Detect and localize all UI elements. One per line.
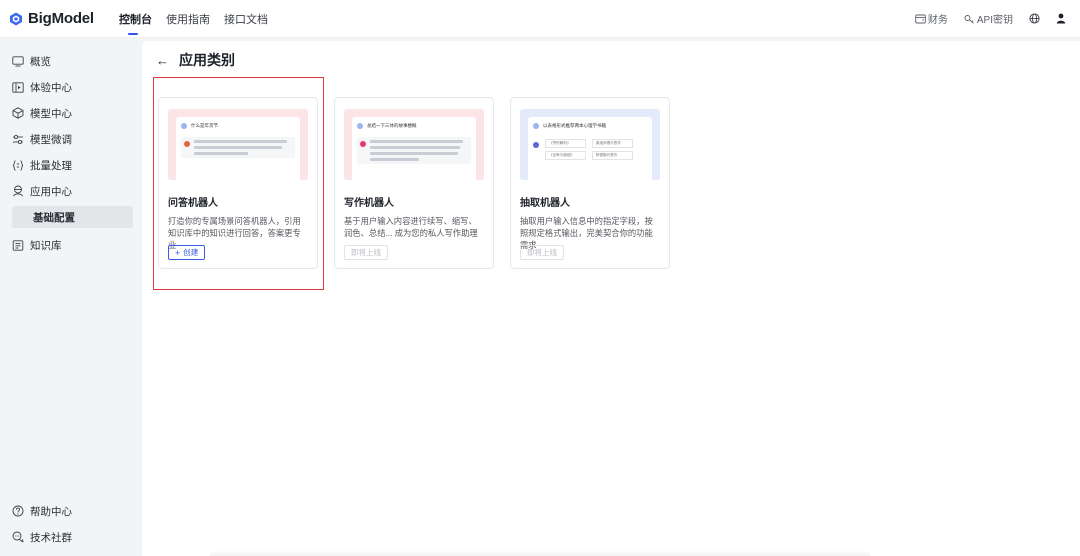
coming-soon-button: 即将上线 [520,245,564,260]
table-cell: 弗洛伊德代表作 [591,139,633,148]
app-category-cards: 什么是年货节 问答机器人 打造你的专属场景问答机器人，引用知识库中的知识进行回答… [158,97,686,269]
card-description: 抽取用户输入信息中的指定字段，按照规定格式输出，完美契合你的功能需求 [520,216,653,250]
sidebar-item-models[interactable]: 模型中心 [8,102,133,124]
top-nav: 控制台 使用指南 接口文档 [119,0,282,38]
help-icon [12,505,24,517]
nav-guide[interactable]: 使用指南 [166,0,210,38]
app-name: BigModel [28,10,94,27]
sidebar-item-label: 体验中心 [30,81,72,94]
language-icon[interactable] [1029,13,1040,24]
table-cell: 《梦的解析》 [545,139,586,148]
sliders-icon [13,134,23,144]
sidebar-item-experience[interactable]: 体验中心 [8,76,133,98]
sidebar-item-label: 技术社群 [30,531,72,544]
sidebar-item-finetune[interactable]: 模型微调 [8,128,133,150]
bot-avatar-icon [533,142,539,148]
back-arrow-icon[interactable]: ← [156,53,169,68]
top-bar: BigModel 控制台 使用指南 接口文档 财务 API密钥 [0,0,1080,38]
sidebar-item-help[interactable]: 帮助中心 [8,500,133,522]
api-key-link[interactable]: API密钥 [964,11,1013,26]
sidebar-item-label: 帮助中心 [30,505,72,518]
card-description: 打造你的专属场景问答机器人，引用知识库中的知识进行回答，答案更专业 [168,216,301,250]
card-extraction-robot[interactable]: 以表格形式推荐两本心理学书籍 《梦的解析》 弗洛伊德代表作 《自卑与超越》 阿德… [510,97,670,269]
card-qa-robot[interactable]: 什么是年货节 问答机器人 打造你的专属场景问答机器人，引用知识库中的知识进行回答… [158,97,318,269]
nav-api-docs[interactable]: 接口文档 [224,0,268,38]
card-title: 抽取机器人 [520,198,570,209]
sidebar-item-batch[interactable]: 批量处理 [8,154,133,176]
card-writing-robot[interactable]: 总结一下三体的故事梗概 写作机器人 基于用户输入内容进行续写、缩写、润色、总结.… [334,97,494,269]
finance-label: 财务 [927,15,948,26]
user-avatar-icon [181,123,187,129]
thumb-question: 以表格形式推荐两本心理学书籍 [543,123,606,128]
main-panel: ← 应用类别 什么是年货节 问答机器人 打造你的专属场景问答机器人，引用知识库中… [142,41,1080,556]
page-header: ← 应用类别 [142,41,1080,79]
sidebar-item-label: 模型微调 [30,133,72,146]
sidebar-item-overview[interactable]: 概览 [8,50,133,72]
create-button-label: 创建 [183,248,199,257]
create-button[interactable]: + 创建 [168,245,206,260]
logo[interactable]: BigModel [9,10,119,27]
play-icon [12,81,24,93]
bot-avatar-icon [360,141,366,147]
card-title: 问答机器人 [168,198,218,209]
sidebar-item-apps[interactable]: 应用中心 [8,180,133,202]
sidebar-item-knowledge[interactable]: 知识库 [8,234,133,256]
table-cell: 《自卑与超越》 [545,151,586,160]
top-right-actions: 财务 API密钥 [899,11,1066,26]
nav-console[interactable]: 控制台 [119,0,152,38]
table-cell: 阿德勒代表作 [591,151,633,160]
monitor-icon [12,55,24,66]
sidebar-item-label: 模型中心 [30,107,72,120]
page-title: 应用类别 [179,52,235,68]
thumb-question: 什么是年货节 [191,123,218,128]
coming-soon-button: 即将上线 [344,245,388,260]
thumb-question: 总结一下三体的故事梗概 [367,123,417,128]
bot-avatar-icon [184,141,190,147]
sidebar-item-label: 知识库 [30,239,62,252]
thumb-table: 《梦的解析》 弗洛伊德代表作 《自卑与超越》 阿德勒代表作 [543,139,647,160]
api-key-label: API密钥 [976,15,1013,26]
robot-icon [13,185,23,197]
sidebar-item-basic-config[interactable]: 基础配置 [12,206,133,228]
sidebar-bottom: 帮助中心 技术社群 [0,500,141,552]
chat-icon [12,531,24,543]
finance-link[interactable]: 财务 [915,11,948,26]
card-thumbnail: 以表格形式推荐两本心理学书籍 《梦的解析》 弗洛伊德代表作 《自卑与超越》 阿德… [520,109,660,180]
sidebar: 概览 体验中心 模型中心 模型微调 批量处理 应用中心 基础配置 知识库 帮助中… [0,38,141,556]
user-icon[interactable] [1056,13,1066,24]
sidebar-item-label: 应用中心 [30,185,72,198]
user-avatar-icon [533,123,539,129]
sidebar-item-community[interactable]: 技术社群 [8,526,133,548]
card-thumbnail: 总结一下三体的故事梗概 [344,109,484,180]
card-thumbnail: 什么是年货节 [168,109,308,180]
bottom-shadow [210,550,870,556]
plus-icon: + [175,247,181,258]
key-icon [964,14,974,24]
sidebar-item-label: 概览 [30,55,51,68]
wallet-icon [915,14,926,23]
user-avatar-icon [357,123,363,129]
sidebar-item-label: 批量处理 [30,159,72,172]
book-icon [12,239,24,251]
logo-icon [10,12,22,25]
braces-icon [12,159,24,171]
card-title: 写作机器人 [344,198,394,209]
card-description: 基于用户输入内容进行续写、缩写、润色、总结... 成为您的私人写作助理 [344,216,478,238]
cube-icon [12,107,24,119]
